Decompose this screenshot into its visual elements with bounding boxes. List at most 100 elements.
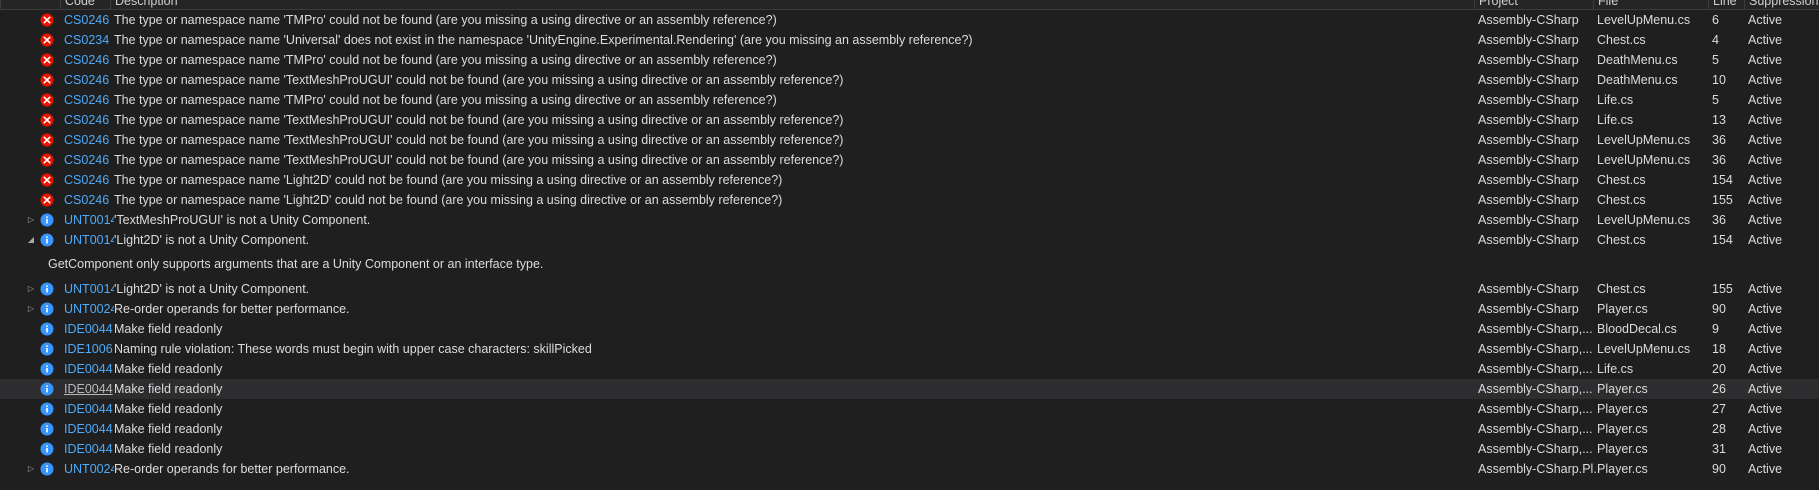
- suppression-text: Active: [1748, 133, 1783, 147]
- error-icon: [40, 13, 54, 27]
- file-text: Chest.cs: [1597, 33, 1646, 47]
- code-link[interactable]: UNT0014: [64, 210, 114, 230]
- error-list-row[interactable]: CS0246 The type or namespace name 'TMPro…: [0, 50, 1819, 70]
- suppression-text: Active: [1748, 173, 1783, 187]
- error-list-row[interactable]: CS0246 The type or namespace name 'TMPro…: [0, 90, 1819, 110]
- error-list-row[interactable]: IDE0044 Make field readonly Assembly-CSh…: [0, 419, 1819, 439]
- collapse-arrow-icon[interactable]: ◢: [26, 230, 36, 250]
- file-text: Player.cs: [1597, 422, 1648, 436]
- suppression-text: Active: [1748, 93, 1783, 107]
- error-list-row[interactable]: CS0246 The type or namespace name 'Light…: [0, 170, 1819, 190]
- header-description[interactable]: Description: [110, 0, 1478, 10]
- error-list-row[interactable]: CS0234 The type or namespace name 'Unive…: [0, 30, 1819, 50]
- error-list-row[interactable]: IDE0044 Make field readonly Assembly-CSh…: [0, 319, 1819, 339]
- suppression-text: Active: [1748, 73, 1783, 87]
- description-text: The type or namespace name 'TMPro' could…: [114, 13, 777, 27]
- file-text: LevelUpMenu.cs: [1597, 342, 1691, 356]
- line-text: 154: [1712, 233, 1733, 247]
- expand-arrow-icon[interactable]: ▷: [26, 279, 36, 299]
- description-text: Re-order operands for better performance…: [114, 462, 350, 476]
- code-link[interactable]: IDE1006: [64, 339, 114, 359]
- error-list-row[interactable]: IDE0044 Make field readonly Assembly-CSh…: [0, 439, 1819, 459]
- suppression-text: Active: [1748, 342, 1783, 356]
- expand-arrow-icon[interactable]: ▷: [26, 459, 36, 479]
- error-icon: [40, 33, 54, 47]
- code-link[interactable]: CS0246: [64, 90, 114, 110]
- code-link[interactable]: CS0246: [64, 150, 114, 170]
- code-link[interactable]: CS0246: [64, 130, 114, 150]
- code-link[interactable]: UNT0024: [64, 459, 114, 479]
- code-link[interactable]: CS0246: [64, 170, 114, 190]
- code-link[interactable]: UNT0014: [64, 230, 114, 250]
- error-list-row[interactable]: CS0246 The type or namespace name 'TextM…: [0, 110, 1819, 130]
- error-list-row[interactable]: IDE1006 Naming rule violation: These wor…: [0, 339, 1819, 359]
- code-link[interactable]: IDE0044: [64, 439, 114, 459]
- error-icon: [40, 53, 54, 67]
- header-file[interactable]: File: [1593, 0, 1712, 10]
- line-text: 10: [1712, 73, 1726, 87]
- error-list-row[interactable]: ▷ UNT0024 Re-order operands for better p…: [0, 459, 1819, 479]
- code-link[interactable]: UNT0024: [64, 299, 114, 319]
- code-link[interactable]: IDE0044: [64, 379, 114, 399]
- code-link[interactable]: CS0246: [64, 10, 114, 30]
- project-text: Assembly-CSharp,...: [1478, 342, 1593, 356]
- code-link[interactable]: CS0234: [64, 30, 114, 50]
- line-text: 18: [1712, 342, 1726, 356]
- expand-arrow-icon[interactable]: ▷: [26, 210, 36, 230]
- line-text: 36: [1712, 153, 1726, 167]
- code-link[interactable]: CS0246: [64, 110, 114, 130]
- suppression-text: Active: [1748, 13, 1783, 27]
- project-text: Assembly-CSharp: [1478, 133, 1579, 147]
- error-list-row[interactable]: ◢ UNT0014 'Light2D' is not a Unity Compo…: [0, 230, 1819, 250]
- file-text: Life.cs: [1597, 93, 1634, 107]
- suppression-text: Active: [1748, 53, 1783, 67]
- header-suppression[interactable]: Suppression State: [1744, 0, 1819, 10]
- code-link[interactable]: CS0246: [64, 50, 114, 70]
- info-icon: [40, 213, 54, 227]
- error-icon: [40, 113, 54, 127]
- error-list-row[interactable]: CS0246 The type or namespace name 'TextM…: [0, 70, 1819, 90]
- error-list-row[interactable]: CS0246 The type or namespace name 'TextM…: [0, 150, 1819, 170]
- code-link[interactable]: CS0246: [64, 70, 114, 90]
- file-text: Player.cs: [1597, 382, 1648, 396]
- error-list-row[interactable]: IDE0044 Make field readonly Assembly-CSh…: [0, 359, 1819, 379]
- file-text: LevelUpMenu.cs: [1597, 13, 1691, 27]
- header-code[interactable]: Code: [60, 0, 114, 10]
- error-list-row[interactable]: CS0246 The type or namespace name 'Light…: [0, 190, 1819, 210]
- file-text: Player.cs: [1597, 442, 1648, 456]
- code-link[interactable]: IDE0044: [64, 399, 114, 419]
- file-text: Player.cs: [1597, 462, 1648, 476]
- description-text: Make field readonly: [114, 362, 223, 376]
- error-list-row[interactable]: CS0246 The type or namespace name 'TextM…: [0, 130, 1819, 150]
- info-icon: [40, 282, 54, 296]
- header-project[interactable]: Project: [1474, 0, 1597, 10]
- error-list-row[interactable]: IDE0044 Make field readonly Assembly-CSh…: [0, 399, 1819, 419]
- code-link[interactable]: IDE0044: [64, 319, 114, 339]
- line-text: 154: [1712, 173, 1733, 187]
- file-text: LevelUpMenu.cs: [1597, 133, 1691, 147]
- error-list-row[interactable]: IDE0044 Make field readonly Assembly-CSh…: [0, 379, 1819, 399]
- info-icon: [40, 462, 54, 476]
- suppression-text: Active: [1748, 213, 1783, 227]
- code-link[interactable]: IDE0044: [64, 419, 114, 439]
- description-text: The type or namespace name 'Universal' d…: [114, 33, 973, 47]
- file-text: LevelUpMenu.cs: [1597, 153, 1691, 167]
- project-text: Assembly-CSharp: [1478, 113, 1579, 127]
- code-link[interactable]: CS0246: [64, 190, 114, 210]
- line-text: 155: [1712, 282, 1733, 296]
- line-text: 90: [1712, 302, 1726, 316]
- line-text: 155: [1712, 193, 1733, 207]
- expand-arrow-icon[interactable]: ▷: [26, 299, 36, 319]
- error-list-row[interactable]: ▷ UNT0014 'TextMeshProUGUI' is not a Uni…: [0, 210, 1819, 230]
- code-link[interactable]: IDE0044: [64, 359, 114, 379]
- header-line[interactable]: Line: [1708, 0, 1748, 10]
- error-list-row[interactable]: ▷ UNT0024 Re-order operands for better p…: [0, 299, 1819, 319]
- file-text: Life.cs: [1597, 362, 1634, 376]
- project-text: Assembly-CSharp: [1478, 173, 1579, 187]
- error-list-row[interactable]: CS0246 The type or namespace name 'TMPro…: [0, 10, 1819, 30]
- error-list-row[interactable]: ▷ UNT0014 'Light2D' is not a Unity Compo…: [0, 279, 1819, 299]
- code-link[interactable]: UNT0014: [64, 279, 114, 299]
- description-text: 'TextMeshProUGUI' is not a Unity Compone…: [114, 213, 371, 227]
- suppression-text: Active: [1748, 302, 1783, 316]
- info-icon: [40, 302, 54, 316]
